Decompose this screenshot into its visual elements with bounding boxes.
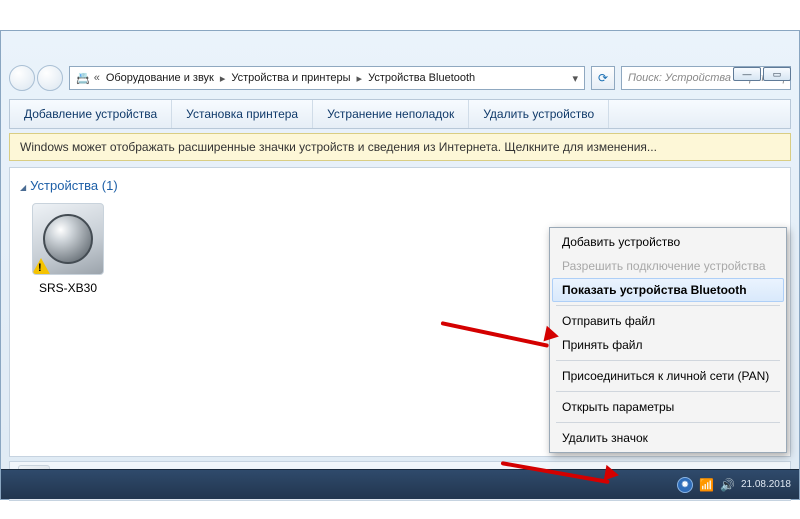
menu-show-bluetooth-devices[interactable]: Показать устройства Bluetooth	[552, 278, 784, 302]
taskbar: ⁕ 📶 🔊 21.08.2018	[1, 469, 799, 499]
command-bar: Добавление устройства Установка принтера…	[9, 99, 791, 129]
breadcrumb-item[interactable]: Устройства и принтеры	[229, 72, 352, 84]
tray-date-text: 21.08.2018	[741, 479, 791, 490]
network-icon[interactable]: 📶	[699, 478, 714, 492]
window: — ▭ 📇 « Оборудование и звук ▸ Устройства…	[0, 30, 800, 500]
device-label: SRS-XB30	[20, 281, 116, 295]
refresh-button[interactable]: ⟳	[591, 66, 615, 90]
menu-add-device[interactable]: Добавить устройство	[552, 230, 784, 254]
tray-clock[interactable]: 21.08.2018	[741, 479, 791, 490]
breadcrumb-sep: ▸	[220, 72, 226, 85]
menu-open-settings[interactable]: Открыть параметры	[552, 395, 784, 419]
volume-icon[interactable]: 🔊	[720, 478, 735, 492]
back-button[interactable]	[9, 65, 35, 91]
warning-icon	[32, 258, 51, 275]
info-bar[interactable]: Windows может отображать расширенные зна…	[9, 133, 791, 161]
maximize-button[interactable]: ▭	[763, 67, 791, 81]
menu-separator	[556, 422, 780, 423]
nav-buttons	[9, 65, 63, 91]
menu-receive-file[interactable]: Принять файл	[552, 333, 784, 357]
toolbar-install-printer[interactable]: Установка принтера	[172, 100, 313, 128]
menu-remove-icon[interactable]: Удалить значок	[552, 426, 784, 450]
address-bar[interactable]: 📇 « Оборудование и звук ▸ Устройства и п…	[69, 66, 585, 90]
dropdown-icon[interactable]: ▾	[572, 72, 578, 85]
system-tray: ⁕ 📶 🔊 21.08.2018	[677, 477, 791, 493]
speaker-icon	[32, 203, 104, 275]
breadcrumb-sep: ▸	[357, 72, 363, 85]
menu-separator	[556, 305, 780, 306]
breadcrumb-item[interactable]: Устройства Bluetooth	[366, 72, 477, 84]
menu-allow-connect: Разрешить подключение устройства	[552, 254, 784, 278]
menu-separator	[556, 360, 780, 361]
navigation-row: 📇 « Оборудование и звук ▸ Устройства и п…	[1, 59, 799, 97]
window-controls: — ▭	[733, 67, 791, 81]
breadcrumb-sep: «	[94, 72, 100, 84]
bluetooth-context-menu: Добавить устройство Разрешить подключени…	[549, 227, 787, 453]
menu-separator	[556, 391, 780, 392]
toolbar-add-device[interactable]: Добавление устройства	[10, 100, 172, 128]
group-header[interactable]: Устройства (1)	[20, 174, 780, 197]
breadcrumb-item[interactable]: Оборудование и звук	[104, 72, 216, 84]
folder-icon: 📇	[76, 72, 90, 85]
info-bar-text: Windows может отображать расширенные зна…	[20, 140, 657, 154]
menu-join-pan[interactable]: Присоединиться к личной сети (PAN)	[552, 364, 784, 388]
toolbar-troubleshoot[interactable]: Устранение неполадок	[313, 100, 469, 128]
bluetooth-tray-icon[interactable]: ⁕	[677, 477, 693, 493]
forward-button[interactable]	[37, 65, 63, 91]
menu-send-file[interactable]: Отправить файл	[552, 309, 784, 333]
toolbar-remove-device[interactable]: Удалить устройство	[469, 100, 609, 128]
minimize-button[interactable]: —	[733, 67, 761, 81]
device-item[interactable]: SRS-XB30	[20, 203, 116, 295]
